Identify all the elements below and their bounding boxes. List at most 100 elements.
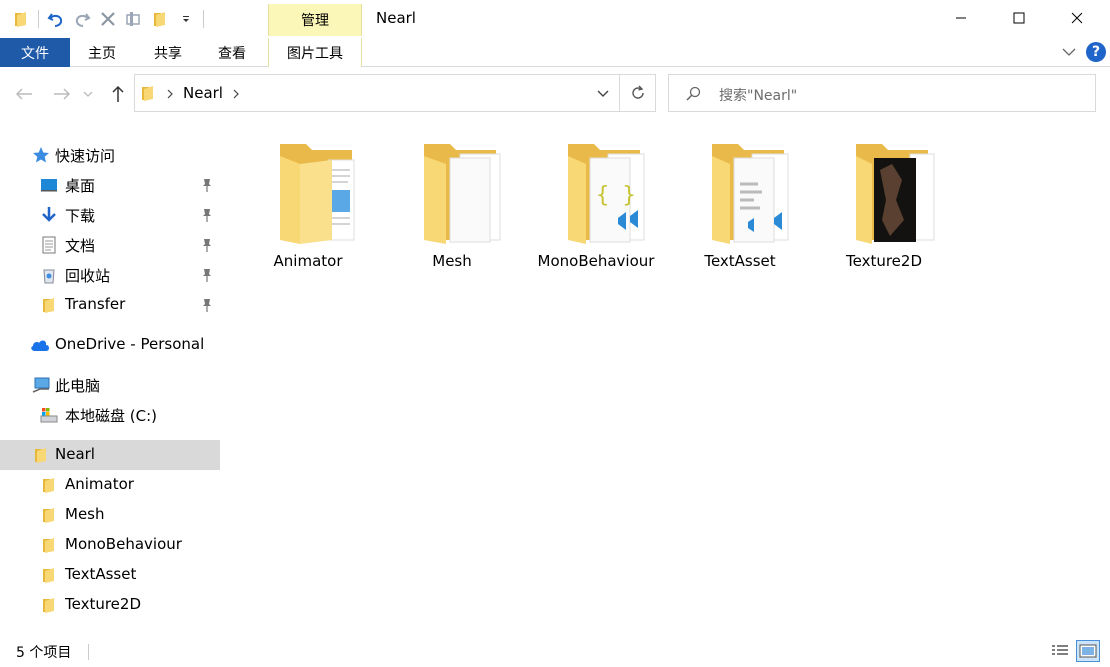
tab-share[interactable]: 共享 [144,38,192,67]
folder-tile[interactable]: Texture2D [812,140,956,272]
status-bar: 5 个项目 [0,636,1110,667]
nav-item-monobehaviour[interactable]: MonoBehaviour [0,530,220,560]
nav-item-animator[interactable]: Animator [0,470,220,500]
nav-item-downloads[interactable]: 下载 [0,200,220,230]
folder-name: Texture2D [845,252,922,270]
pin-icon [203,209,211,222]
chevron-down-icon [83,91,93,97]
svg-text:{ }: { } [596,183,636,208]
ribbon-expand-icon[interactable] [1062,47,1076,57]
nav-quick-access[interactable]: 快速访问 [0,140,220,170]
refresh-button[interactable] [619,75,655,111]
search-box[interactable]: 搜索"Nearl" [668,74,1096,112]
details-view-button[interactable] [1048,640,1072,662]
folder-dark-image-icon [856,144,935,244]
address-bar[interactable]: Nearl [134,74,656,112]
nav-item-textasset[interactable]: TextAsset [0,560,220,590]
close-button[interactable] [1048,0,1106,36]
address-row: Nearl 搜索"Nearl" [0,74,1110,114]
nav-label: Transfer [65,295,126,313]
undo-icon[interactable] [43,8,69,30]
nav-label: 此电脑 [55,377,101,395]
computer-icon [32,376,50,394]
folder-json-vscode-icon: { } [568,144,645,244]
maximize-button[interactable] [990,0,1048,36]
address-dropdown-button[interactable] [587,75,619,111]
up-button[interactable] [106,82,130,106]
up-arrow-icon [112,85,124,102]
nav-item-onedrive[interactable]: OneDrive - Personal [0,330,220,360]
nav-label: Texture2D [65,595,142,613]
nav-item-desktop[interactable]: 桌面 [0,170,220,200]
nav-label: 本地磁盘 (C:) [65,407,157,425]
forward-button[interactable] [50,82,74,106]
new-folder-icon[interactable] [147,8,173,30]
tab-view[interactable]: 查看 [208,38,256,67]
folder-icon [40,536,58,554]
pin-icon [203,239,211,252]
folder-tile[interactable]: TextAsset [668,140,812,272]
folder-tile[interactable]: Animator [236,140,380,272]
nav-label: 快速访问 [55,147,116,165]
folder-name: Mesh [432,252,472,270]
nav-item-nearl[interactable]: Nearl [0,440,220,470]
folder-name: MonoBehaviour [537,252,655,270]
cloud-icon [30,336,50,354]
properties-icon[interactable] [121,8,147,30]
forward-arrow-icon [54,88,71,100]
title-bar: 管理 Nearl [0,0,1110,38]
nav-item-documents[interactable]: 文档 [0,230,220,260]
nav-item-texture2d[interactable]: Texture2D [0,590,220,620]
desktop-icon [40,176,58,194]
large-icons-view-button[interactable] [1076,640,1100,662]
nav-label: 下载 [65,207,96,225]
search-icon [686,86,701,101]
folder-icon [32,446,50,464]
status-separator [88,644,89,660]
navigation-pane: 快速访问 桌面 下载 文档 回收站 Transfer OneDrive - Pe… [0,126,220,634]
folder-text-vscode-icon [712,144,789,244]
back-arrow-icon [15,88,32,100]
file-list: Animator Mesh { } MonoBehaviour TextAsse… [222,126,1110,634]
recent-locations-button[interactable] [80,82,96,106]
tab-file[interactable]: 文件 [0,38,70,67]
folder-icon [142,86,153,101]
folder-icon [40,596,58,614]
nav-label: 回收站 [65,267,111,285]
help-icon[interactable]: ? [1086,42,1106,62]
folder-blank-pages-icon [424,144,501,244]
dropdown-icon[interactable] [173,8,199,30]
close-icon [1071,12,1083,24]
nav-item-mesh[interactable]: Mesh [0,500,220,530]
quick-access-toolbar [8,8,208,30]
folder-tile[interactable]: { } MonoBehaviour [524,140,668,272]
address-segment[interactable]: Nearl [183,84,223,102]
nav-label: TextAsset [65,565,137,583]
minimize-button[interactable] [932,0,990,36]
tab-home[interactable]: 主页 [78,38,126,67]
ribbon-tabs: 文件 主页 共享 查看 图片工具 ? [0,38,1110,67]
window-title: Nearl [376,9,416,27]
tab-picture-tools[interactable]: 图片工具 [268,38,362,67]
nav-item-transfer[interactable]: Transfer [0,290,220,320]
minimize-icon [956,17,966,19]
folder-tile[interactable]: Mesh [380,140,524,272]
nav-item-recycle-bin[interactable]: 回收站 [0,260,220,290]
tab-manage[interactable]: 管理 [268,4,362,36]
folder-icon[interactable] [8,8,34,30]
item-count: 5 个项目 [16,645,72,661]
search-placeholder[interactable]: 搜索"Nearl" [719,85,797,105]
nav-item-this-pc[interactable]: 此电脑 [0,370,220,400]
nav-label: 文档 [65,237,96,255]
pin-icon [203,269,211,282]
download-icon [40,206,58,224]
redo-icon[interactable] [69,8,95,30]
details-view-icon [1052,645,1068,655]
toolbar-separator [38,10,39,28]
nav-label: OneDrive - Personal [55,335,205,353]
maximize-icon [1013,12,1025,24]
document-icon [40,236,58,254]
nav-item-local-disk[interactable]: 本地磁盘 (C:) [0,400,220,430]
back-button[interactable] [12,82,36,106]
delete-icon[interactable] [95,8,121,30]
